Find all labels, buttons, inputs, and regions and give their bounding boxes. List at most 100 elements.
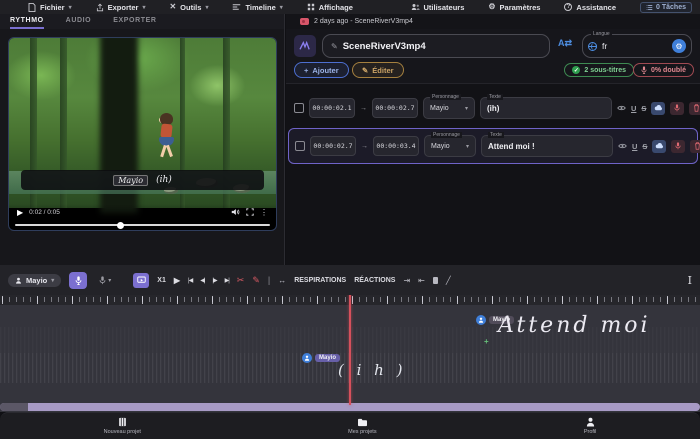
menu-label: Fichier <box>40 3 65 12</box>
character-girl <box>156 113 182 163</box>
plus-icon: + <box>304 66 308 75</box>
menu-label: Affichage <box>319 3 353 12</box>
insert-plus-icon[interactable]: + <box>484 337 489 346</box>
edit-subtitle-button[interactable]: ✎ Éditer <box>352 62 404 78</box>
menu-label: Timeline <box>245 3 275 12</box>
tab-exporter[interactable]: EXPORTER <box>113 17 156 29</box>
toolbar-separator: | <box>268 275 270 285</box>
eye-icon[interactable] <box>618 143 627 149</box>
speed-button[interactable]: X1 <box>157 277 166 284</box>
chevron-down-icon: ▾ <box>51 277 54 284</box>
character-select[interactable]: Personnage Mayio ▾ <box>424 135 476 157</box>
menu-exporter[interactable]: Exporter ▾ <box>96 3 146 12</box>
strikethrough-button[interactable]: S <box>641 104 646 113</box>
clip-speaker-chip[interactable]: Mayio <box>302 353 340 363</box>
record-mic-button[interactable] <box>671 140 685 153</box>
nav-mes-projets[interactable]: Mes projets <box>348 418 376 435</box>
player-controls: ▶ 0:02 / 0:05 ⋮ <box>9 204 276 220</box>
end-time-field[interactable]: 00:00:03.4 <box>373 136 419 156</box>
menu-utilisateurs[interactable]: Utilisateurs <box>411 3 465 12</box>
cut-scissors-button[interactable]: ✂ <box>237 275 245 286</box>
rythmo-text-attend-moi[interactable]: Attend moi <box>498 313 651 338</box>
kebab-menu-icon[interactable]: ⋮ <box>260 208 268 217</box>
clip-speaker-label: Mayio <box>315 354 340 362</box>
start-time-field[interactable]: 00:00:02.1 <box>309 98 355 118</box>
character-field-label: Personnage <box>430 94 461 100</box>
step-back-button[interactable]: ◀| <box>200 277 204 284</box>
rythmo-timeline[interactable]: Mayio Attend moi + Mayio ( i h ) <box>0 295 700 412</box>
auto-scroll-button[interactable] <box>133 273 149 288</box>
chevron-down-icon: ▾ <box>108 277 111 284</box>
language-selector[interactable]: Langue fr ⚙ <box>582 34 692 58</box>
tab-rythmo[interactable]: RYTHMO <box>10 17 44 29</box>
language-settings-button[interactable]: ⚙ <box>672 39 686 53</box>
end-time-field[interactable]: 00:00:02.7 <box>372 98 418 118</box>
globe-icon <box>588 42 597 51</box>
mic-source-selector[interactable]: ▾ <box>99 276 111 285</box>
skip-end-button[interactable]: ▶| <box>225 277 229 284</box>
project-title-input[interactable]: ✎ SceneRiverV3mp4 <box>322 34 550 58</box>
stretch-button[interactable]: ↔ <box>278 276 286 285</box>
nav-profil[interactable]: Profil <box>584 417 597 435</box>
character-select[interactable]: Personnage Mayio ▾ <box>423 97 475 119</box>
step-forward-button[interactable]: |▶ <box>212 277 216 284</box>
bottom-nav-bar: Nouveau projet Mes projets Profil <box>0 412 700 439</box>
respirations-button[interactable]: RESPIRATIONS <box>294 277 346 284</box>
progress-bar[interactable] <box>15 224 270 226</box>
breadcrumb-text: 2 days ago - SceneRiverV3mp4 <box>314 18 413 25</box>
record-button[interactable] <box>69 272 87 289</box>
tab-audio[interactable]: AUDIO <box>66 17 92 29</box>
text-cursor-icon[interactable]: I <box>688 274 692 287</box>
character-field-label: Personnage <box>431 132 462 138</box>
menu-assistance[interactable]: ? Assistance <box>564 3 616 12</box>
slash-tool-icon[interactable]: ╱ <box>446 276 451 285</box>
waveform-brand-icon[interactable] <box>294 35 316 57</box>
nav-label: Mes projets <box>348 429 376 435</box>
language-value: fr <box>602 41 667 51</box>
menu-parametres[interactable]: ⚙ Paramètres <box>488 3 540 12</box>
strikethrough-button[interactable]: S <box>642 142 647 151</box>
timeline-icon <box>232 3 241 11</box>
playhead[interactable] <box>349 295 351 405</box>
translate-icon[interactable]: A⇄ <box>558 38 572 49</box>
reactions-button[interactable]: RÉACTIONS <box>354 277 395 284</box>
nav-nouveau-projet[interactable]: Nouveau projet <box>104 417 141 435</box>
volume-icon[interactable] <box>231 208 240 216</box>
trash-button[interactable] <box>690 140 700 153</box>
row-checkbox[interactable] <box>295 141 305 151</box>
text-field-label: Texte <box>488 132 504 138</box>
underline-button[interactable]: U <box>631 104 636 113</box>
menu-affichage[interactable]: Affichage <box>307 3 353 12</box>
ai-voice-button[interactable] <box>651 102 665 115</box>
play-button[interactable]: ▶ <box>174 276 180 285</box>
character-dropdown[interactable]: Mayio ▾ <box>8 274 61 287</box>
text-input[interactable]: Texte Attend moi ! <box>481 135 613 157</box>
row-checkbox[interactable] <box>294 103 304 113</box>
tasks-button[interactable]: 0 Tâches <box>640 2 692 13</box>
menu-fichier[interactable]: Fichier ▾ <box>28 3 72 12</box>
draw-pen-button[interactable]: ✎ <box>252 275 260 286</box>
trash-button[interactable] <box>689 102 700 115</box>
video-player[interactable]: Mayio (ih) ▶ 0:02 / 0:05 ⋮ <box>8 37 277 231</box>
nav-label: Profil <box>584 429 597 435</box>
skip-start-button[interactable]: |◀ <box>188 277 192 284</box>
ai-voice-button[interactable] <box>652 140 666 153</box>
menu-outils[interactable]: ✕ Outils ▾ <box>169 3 208 12</box>
menu-timeline[interactable]: Timeline ▾ <box>232 3 282 12</box>
eye-icon[interactable] <box>617 105 626 111</box>
fullscreen-icon[interactable] <box>246 208 254 216</box>
snap-back-icon[interactable]: ⇤ <box>418 276 425 285</box>
text-input[interactable]: Texte (ih) <box>480 97 612 119</box>
subtitle-row[interactable]: 00:00:02.1 → 00:00:02.7 Personnage Mayio… <box>288 90 698 126</box>
progress-thumb[interactable] <box>117 222 124 229</box>
nav-label: Nouveau projet <box>104 429 141 435</box>
underline-button[interactable]: U <box>632 142 637 151</box>
play-button[interactable]: ▶ <box>17 208 23 217</box>
record-mic-button[interactable] <box>670 102 684 115</box>
chevron-down-icon: ▾ <box>142 4 145 11</box>
snap-forward-icon[interactable]: ⇥ <box>403 276 410 285</box>
subtitle-row-selected[interactable]: 00:00:02.7 → 00:00:03.4 Personnage Mayio… <box>288 128 698 164</box>
block-tool-icon[interactable] <box>433 277 438 284</box>
add-subtitle-button[interactable]: + Ajouter <box>294 62 349 78</box>
start-time-field[interactable]: 00:00:02.7 <box>310 136 356 156</box>
